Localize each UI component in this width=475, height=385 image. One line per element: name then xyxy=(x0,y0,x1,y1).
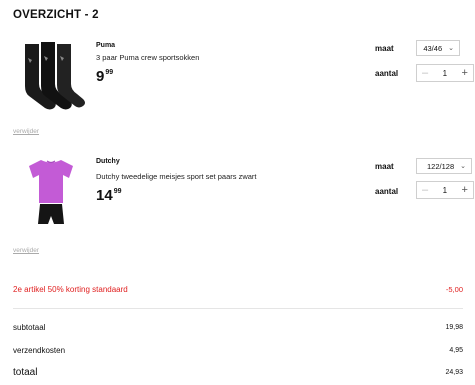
minus-icon[interactable]: – xyxy=(422,67,428,79)
page-title: OVERZICHT - 2 xyxy=(13,9,99,21)
discount-label: 2e artikel 50% korting standaard xyxy=(13,285,128,294)
size-select[interactable]: 43/46 ⌄ xyxy=(416,40,460,56)
remove-link[interactable]: verwijder xyxy=(13,247,39,254)
quantity-stepper[interactable]: – 1 + xyxy=(416,64,474,82)
subtotal-label: subtotaal xyxy=(13,323,46,332)
quantity-value: 1 xyxy=(442,185,448,195)
cart-item: Dutchy Dutchy tweedelige meisjes sport s… xyxy=(13,154,474,254)
shipping-value: 4,95 xyxy=(449,347,463,354)
product-brand: Dutchy xyxy=(96,158,120,165)
size-value: 122/128 xyxy=(427,161,455,171)
total-value: 24,93 xyxy=(445,369,463,376)
quantity-stepper[interactable]: – 1 + xyxy=(416,181,474,199)
chevron-down-icon: ⌄ xyxy=(460,163,466,170)
size-label: maat xyxy=(375,162,394,171)
price-cents: 99 xyxy=(105,69,114,76)
socks-image[interactable] xyxy=(13,40,89,116)
minus-icon[interactable]: – xyxy=(422,184,428,196)
price-main: 9 xyxy=(96,68,105,85)
discount-value: -5,00 xyxy=(445,285,463,294)
price-cents: 99 xyxy=(113,188,122,195)
plus-icon[interactable]: + xyxy=(462,184,468,196)
quantity-value: 1 xyxy=(442,68,448,78)
size-value: 43/46 xyxy=(423,43,443,53)
product-brand: Puma xyxy=(96,42,116,49)
size-select[interactable]: 122/128 ⌄ xyxy=(416,158,472,174)
remove-link[interactable]: verwijder xyxy=(13,128,39,135)
product-name[interactable]: 3 paar Puma crew sportsokken xyxy=(96,53,199,62)
subtotal-value: 19,98 xyxy=(445,324,463,331)
quantity-label: aantal xyxy=(375,69,399,78)
sport-set-image[interactable] xyxy=(13,156,89,232)
total-label: totaal xyxy=(13,367,38,378)
product-price: 999 xyxy=(96,69,113,84)
quantity-label: aantal xyxy=(375,187,399,196)
product-name[interactable]: Dutchy tweedelige meisjes sport set paar… xyxy=(96,172,257,181)
shipping-label: verzendkosten xyxy=(13,346,66,355)
chevron-down-icon: ⌄ xyxy=(448,45,454,52)
price-main: 14 xyxy=(96,187,113,204)
size-label: maat xyxy=(375,44,394,53)
product-price: 1499 xyxy=(96,188,121,203)
divider xyxy=(13,308,463,309)
plus-icon[interactable]: + xyxy=(462,67,468,79)
cart-item: Puma 3 paar Puma crew sportsokken 999 ma… xyxy=(13,36,474,136)
